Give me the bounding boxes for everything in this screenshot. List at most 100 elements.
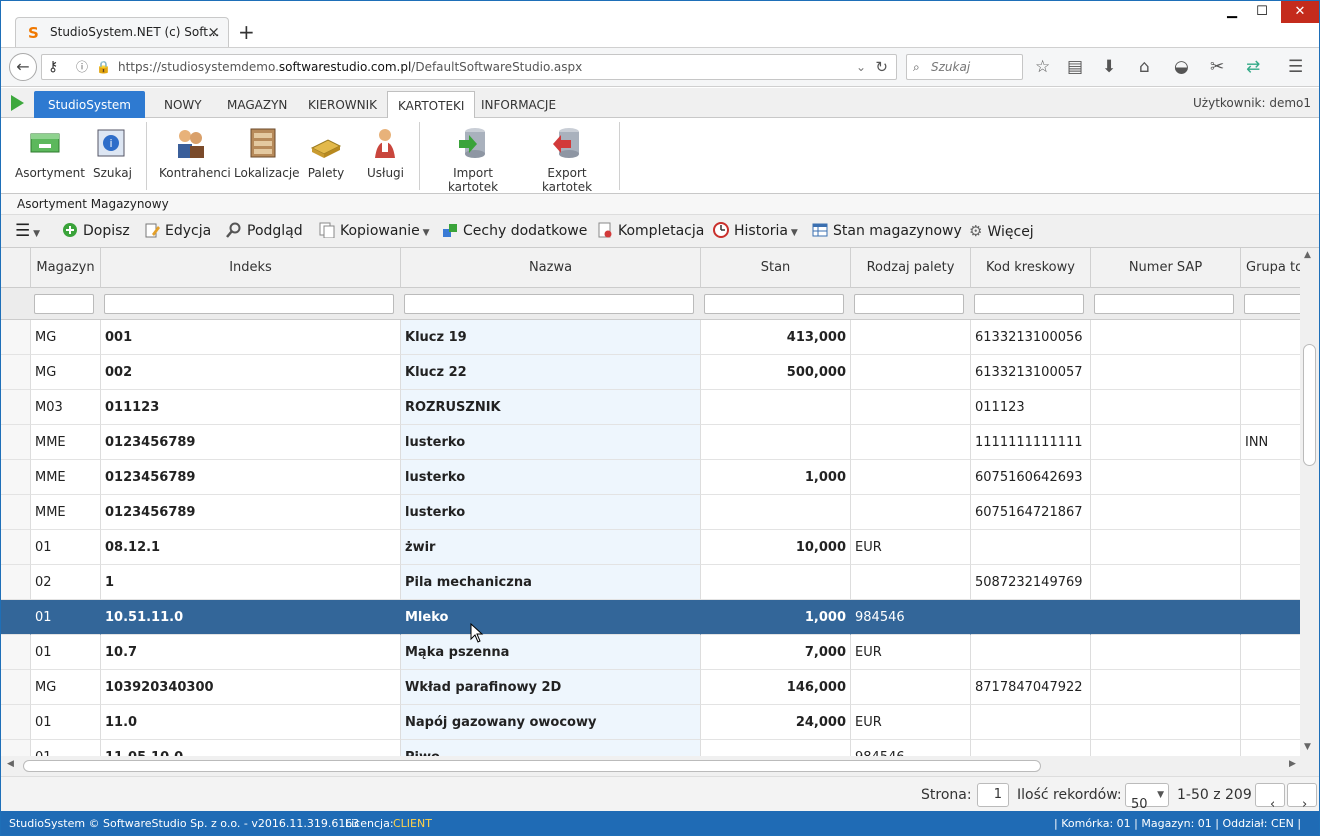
cell-grp[interactable] <box>1241 705 1300 740</box>
cell-sap[interactable] <box>1091 425 1241 460</box>
row-indicator[interactable] <box>1 670 31 705</box>
cell-stan[interactable]: 7,000 <box>701 635 851 670</box>
row-indicator[interactable] <box>1 740 31 756</box>
table-row[interactable]: 01 08.12.1 żwir 10,000 EUR <box>1 530 1300 565</box>
cell-grp[interactable] <box>1241 670 1300 705</box>
cell-grp[interactable] <box>1241 565 1300 600</box>
cell-name[interactable]: lusterko <box>401 460 701 495</box>
scroll-down-icon[interactable]: ▼ <box>1304 742 1311 752</box>
cell-stan[interactable]: 413,000 <box>701 320 851 355</box>
cell-grp[interactable] <box>1241 460 1300 495</box>
cell-mag[interactable]: 01 <box>31 740 101 756</box>
cell-pal[interactable]: 984546 <box>851 600 971 635</box>
ribbon-lokalizacje-button[interactable]: Lokalizacje <box>234 126 300 180</box>
filter-stan-input[interactable] <box>704 294 844 314</box>
cell-name[interactable]: żwir <box>401 530 701 565</box>
table-row[interactable]: MG 103920340300 Wkład parafinowy 2D 146,000… <box>1 670 1300 705</box>
cell-idx[interactable]: 0123456789 <box>101 425 401 460</box>
table-row[interactable]: MME 0123456789 lusterko 1,000 6075160642693 <box>1 460 1300 495</box>
row-indicator[interactable] <box>1 600 31 635</box>
cell-mag[interactable]: MG <box>31 320 101 355</box>
edycja-button[interactable]: Edycja <box>144 215 211 247</box>
stan-magazynowy-button[interactable]: Stan magazynowy <box>812 215 962 247</box>
table-row[interactable]: MME 0123456789 lusterko 1111111111111 INN <box>1 425 1300 460</box>
cell-pal[interactable] <box>851 390 971 425</box>
cell-kod[interactable]: 011123 <box>971 390 1091 425</box>
filter-magazyn-input[interactable] <box>34 294 94 314</box>
cell-sap[interactable] <box>1091 355 1241 390</box>
kopiowanie-button[interactable]: Kopiowanie ▼ <box>319 215 430 247</box>
cell-stan[interactable]: 146,000 <box>701 670 851 705</box>
prev-page-button[interactable]: ‹ <box>1255 783 1285 812</box>
cell-pal[interactable] <box>851 670 971 705</box>
scroll-right-icon[interactable]: ▶ <box>1289 759 1296 769</box>
cell-stan[interactable] <box>701 565 851 600</box>
filter-nazwa-input[interactable] <box>404 294 694 314</box>
cell-mag[interactable]: M03 <box>31 390 101 425</box>
filter-indeks-input[interactable] <box>104 294 394 314</box>
cell-sap[interactable] <box>1091 390 1241 425</box>
row-indicator[interactable] <box>1 530 31 565</box>
cell-pal[interactable] <box>851 355 971 390</box>
next-page-button[interactable]: › <box>1287 783 1317 812</box>
cell-sap[interactable] <box>1091 740 1241 756</box>
table-row[interactable]: 02 1 Pila mechaniczna 5087232149769 <box>1 565 1300 600</box>
cell-stan[interactable] <box>701 740 851 756</box>
cell-grp[interactable]: INN <box>1241 425 1300 460</box>
download-icon[interactable]: ⬇ <box>1102 56 1116 78</box>
cell-grp[interactable] <box>1241 320 1300 355</box>
cell-name[interactable]: Wkład parafinowy 2D <box>401 670 701 705</box>
cell-name[interactable]: ROZRUSZNIK <box>401 390 701 425</box>
cell-mag[interactable]: 01 <box>31 705 101 740</box>
historia-button[interactable]: Historia ▼ <box>713 215 798 247</box>
cell-grp[interactable] <box>1241 635 1300 670</box>
cell-mag[interactable]: MG <box>31 355 101 390</box>
cell-stan[interactable] <box>701 495 851 530</box>
cell-idx[interactable]: 0123456789 <box>101 460 401 495</box>
cell-sap[interactable] <box>1091 320 1241 355</box>
row-indicator[interactable] <box>1 390 31 425</box>
menu-magazyn[interactable]: MAGAZYN <box>217 91 297 119</box>
browser-tab[interactable]: S StudioSystem.NET (c) Soft... × <box>15 17 229 47</box>
grid-menu-button[interactable]: ☰ ▼ <box>15 215 40 247</box>
ribbon-export-button[interactable]: Export kartotek <box>527 126 607 194</box>
cell-grp[interactable] <box>1241 495 1300 530</box>
cell-grp[interactable] <box>1241 740 1300 756</box>
cell-stan[interactable]: 1,000 <box>701 460 851 495</box>
cell-kod[interactable] <box>971 705 1091 740</box>
cell-name[interactable]: lusterko <box>401 425 701 460</box>
cell-pal[interactable] <box>851 460 971 495</box>
podglad-button[interactable]: Podgląd <box>226 215 303 247</box>
cell-idx[interactable]: 11.05.10.0 <box>101 740 401 756</box>
cell-kod[interactable]: 6133213100056 <box>971 320 1091 355</box>
maximize-icon[interactable]: ☐ <box>1247 1 1277 23</box>
page-input[interactable]: 1 <box>977 783 1009 807</box>
cell-mag[interactable]: 01 <box>31 600 101 635</box>
table-row[interactable]: 01 11.0 Napój gazowany owocowy 24,000 EUR <box>1 705 1300 740</box>
table-row[interactable]: MG 001 Klucz 19 413,000 6133213100056 <box>1 320 1300 355</box>
cell-grp[interactable] <box>1241 355 1300 390</box>
cell-grp[interactable] <box>1241 390 1300 425</box>
cell-idx[interactable]: 11.0 <box>101 705 401 740</box>
ribbon-import-button[interactable]: Import kartotek <box>433 126 513 194</box>
cell-pal[interactable]: EUR <box>851 635 971 670</box>
cell-sap[interactable] <box>1091 460 1241 495</box>
cell-name[interactable]: lusterko <box>401 495 701 530</box>
horizontal-scrollbar[interactable]: ◀ ▶ <box>1 756 1319 776</box>
cell-idx[interactable]: 08.12.1 <box>101 530 401 565</box>
hamburger-menu-icon[interactable]: ☰ <box>1288 56 1303 78</box>
wiecej-button[interactable]: ⚙ Więcej <box>969 215 1034 247</box>
reload-icon[interactable]: ↻ <box>875 55 888 79</box>
close-tab-icon[interactable]: × <box>207 18 220 46</box>
cell-name[interactable]: Klucz 22 <box>401 355 701 390</box>
table-row[interactable]: MME 0123456789 lusterko 6075164721867 <box>1 495 1300 530</box>
cell-pal[interactable] <box>851 425 971 460</box>
scissors-icon[interactable]: ✂ <box>1210 56 1224 78</box>
cell-grp[interactable] <box>1241 530 1300 565</box>
cell-pal[interactable]: EUR <box>851 705 971 740</box>
bookmark-star-icon[interactable]: ☆ <box>1035 56 1050 78</box>
menu-nowy[interactable]: NOWY <box>154 91 212 119</box>
brand-tab[interactable]: StudioSystem <box>34 91 145 119</box>
cell-kod[interactable] <box>971 740 1091 756</box>
ribbon-asortyment-button[interactable]: Asortyment <box>15 126 85 180</box>
